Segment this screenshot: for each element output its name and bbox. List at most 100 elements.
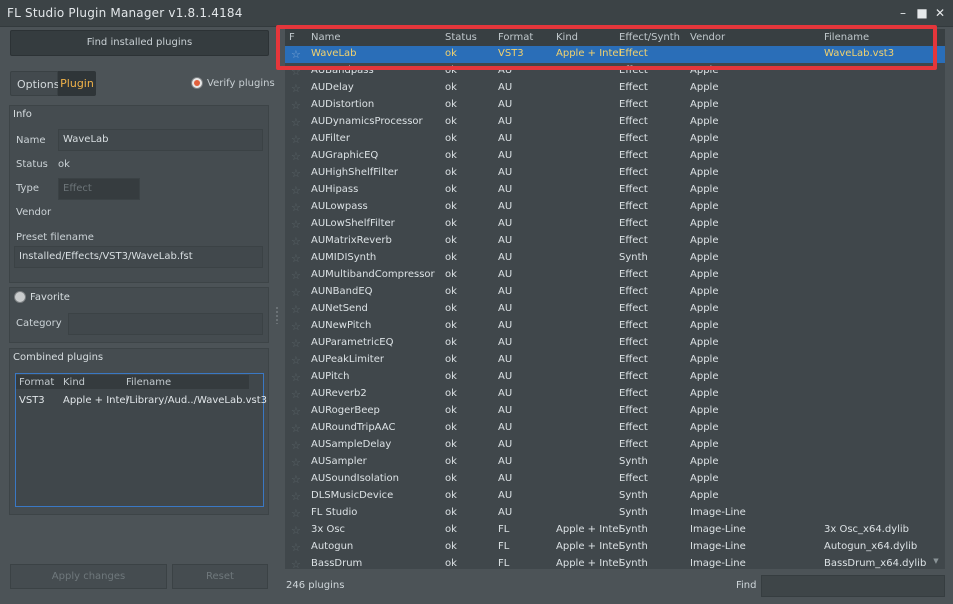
favorite-star-icon[interactable]: ☆ <box>291 235 301 248</box>
favorite-star-icon[interactable]: ☆ <box>291 405 301 418</box>
cell-name: FL Studio <box>311 507 358 518</box>
plugin-row[interactable]: ☆ AUDynamicsProcessor ok AU Effect Apple <box>285 114 945 131</box>
plugin-row[interactable]: ☆ AUHipass ok AU Effect Apple <box>285 182 945 199</box>
header-filename[interactable]: Filename <box>824 32 869 43</box>
tab-plugin[interactable]: Plugin <box>58 71 96 96</box>
minimize-icon[interactable]: – <box>895 5 911 21</box>
plugin-row[interactable]: ☆ AUHighShelfFilter ok AU Effect Apple <box>285 165 945 182</box>
favorite-star-icon[interactable]: ☆ <box>291 201 301 214</box>
favorite-star-icon[interactable]: ☆ <box>291 303 301 316</box>
plugin-row[interactable]: ☆ AUParametricEQ ok AU Effect Apple <box>285 335 945 352</box>
maximize-icon[interactable]: ■ <box>914 5 930 21</box>
tab-options[interactable]: Options <box>10 71 59 96</box>
favorite-star-icon[interactable]: ☆ <box>291 252 301 265</box>
header-status[interactable]: Status <box>445 32 477 43</box>
preset-filename-label: Preset filename <box>16 232 94 243</box>
favorite-star-icon[interactable]: ☆ <box>291 184 301 197</box>
favorite-star-icon[interactable]: ☆ <box>291 99 301 112</box>
combined-header-kind[interactable]: Kind <box>63 377 85 388</box>
plugin-row[interactable]: ☆ AUSampleDelay ok AU Effect Apple <box>285 437 945 454</box>
verify-radio-icon[interactable] <box>191 77 203 89</box>
plugin-row[interactable]: ☆ AUNBandEQ ok AU Effect Apple <box>285 284 945 301</box>
reset-button[interactable]: Reset <box>172 564 268 589</box>
plugin-row[interactable]: ☆ AULowShelfFilter ok AU Effect Apple <box>285 216 945 233</box>
plugin-row[interactable]: ☆ Autogun ok FL Apple + Intel Synth Image-Line… <box>285 539 945 556</box>
plugin-row[interactable]: ☆ AUPitch ok AU Effect Apple <box>285 369 945 386</box>
plugin-row[interactable]: ☆ AUDelay ok AU Effect Apple <box>285 80 945 97</box>
category-field[interactable] <box>68 313 263 335</box>
plugin-row[interactable]: ☆ AULowpass ok AU Effect Apple <box>285 199 945 216</box>
favorite-star-icon[interactable]: ☆ <box>291 82 301 95</box>
favorite-star-icon[interactable]: ☆ <box>291 133 301 146</box>
preset-filename-field[interactable]: Installed/Effects/VST3/WaveLab.fst <box>14 246 263 268</box>
favorite-star-icon[interactable]: ☆ <box>291 422 301 435</box>
plugin-row[interactable]: ☆ AUSoundIsolation ok AU Effect Apple <box>285 471 945 488</box>
header-vendor[interactable]: Vendor <box>690 32 725 43</box>
plugin-list[interactable]: F Name Status Format Kind Effect/Synth V… <box>285 29 945 569</box>
plugin-row[interactable]: ☆ AUSampler ok AU Synth Apple <box>285 454 945 471</box>
favorite-star-icon[interactable]: ☆ <box>291 354 301 367</box>
plugin-row[interactable]: ☆ AURoundTripAAC ok AU Effect Apple <box>285 420 945 437</box>
favorite-star-icon[interactable]: ☆ <box>291 218 301 231</box>
favorite-star-icon[interactable]: ☆ <box>291 269 301 282</box>
plugin-row[interactable]: ☆ AUPeakLimiter ok AU Effect Apple <box>285 352 945 369</box>
scroll-down-icon[interactable]: ▼ <box>931 557 941 567</box>
plugin-row[interactable]: ☆ AUNetSend ok AU Effect Apple <box>285 301 945 318</box>
type-field[interactable]: Effect <box>58 178 140 200</box>
close-icon[interactable]: ✕ <box>932 5 948 21</box>
favorite-star-icon[interactable]: ☆ <box>291 65 301 78</box>
favorite-star-icon[interactable]: ☆ <box>291 286 301 299</box>
plugin-row[interactable]: ☆ FL Studio ok AU Synth Image-Line <box>285 505 945 522</box>
favorite-star-icon[interactable]: ☆ <box>291 541 301 554</box>
favorite-radio-icon[interactable] <box>14 291 26 303</box>
plugin-row[interactable]: ☆ AUMatrixReverb ok AU Effect Apple <box>285 233 945 250</box>
combined-plugins-list[interactable]: Format Kind Filename VST3 Apple + Intel … <box>15 373 267 507</box>
header-format[interactable]: Format <box>498 32 533 43</box>
header-effect-synth[interactable]: Effect/Synth <box>619 32 680 43</box>
favorite-toggle[interactable]: Favorite <box>14 291 70 303</box>
favorite-star-icon[interactable]: ☆ <box>291 558 301 569</box>
plugin-row[interactable]: ☆ AUGraphicEQ ok AU Effect Apple <box>285 148 945 165</box>
cell-effect-synth: Effect <box>619 99 648 110</box>
favorite-star-icon[interactable]: ☆ <box>291 490 301 503</box>
favorite-star-icon[interactable]: ☆ <box>291 116 301 129</box>
favorite-star-icon[interactable]: ☆ <box>291 473 301 486</box>
plugin-row[interactable]: ☆ AUDistortion ok AU Effect Apple <box>285 97 945 114</box>
cell-effect-synth: Synth <box>619 252 648 263</box>
plugin-row[interactable]: ☆ AUFilter ok AU Effect Apple <box>285 131 945 148</box>
header-kind[interactable]: Kind <box>556 32 578 43</box>
combined-header-filename[interactable]: Filename <box>126 377 171 388</box>
verify-plugins-toggle[interactable]: Verify plugins <box>191 76 275 90</box>
plugin-row[interactable]: ☆ 3x Osc ok FL Apple + Intel Synth Image-Line 3… <box>285 522 945 539</box>
name-field[interactable]: WaveLab <box>58 129 263 151</box>
plugin-row[interactable]: ☆ AUBandpass ok AU Effect Apple <box>285 63 945 80</box>
plugin-row[interactable]: ☆ BassDrum ok FL Apple + Intel Synth Image-Lin… <box>285 556 945 569</box>
header-favorite[interactable]: F <box>289 32 295 43</box>
plugin-row[interactable]: ☆ AUNewPitch ok AU Effect Apple <box>285 318 945 335</box>
header-name[interactable]: Name <box>311 32 341 43</box>
apply-changes-button[interactable]: Apply changes <box>10 564 167 589</box>
favorite-star-icon[interactable]: ☆ <box>291 439 301 452</box>
favorite-star-icon[interactable]: ☆ <box>291 337 301 350</box>
favorite-star-icon[interactable]: ☆ <box>291 48 301 61</box>
panel-splitter-handle[interactable] <box>276 306 278 324</box>
favorite-star-icon[interactable]: ☆ <box>291 150 301 163</box>
find-input[interactable] <box>761 575 945 597</box>
favorite-star-icon[interactable]: ☆ <box>291 320 301 333</box>
favorite-star-icon[interactable]: ☆ <box>291 167 301 180</box>
plugin-row[interactable]: ☆ AURogerBeep ok AU Effect Apple <box>285 403 945 420</box>
plugin-row[interactable]: ☆ AUMultibandCompressor ok AU Effect Apple <box>285 267 945 284</box>
find-label: Find <box>736 580 757 591</box>
plugin-row[interactable]: ☆ WaveLab ok VST3 Apple + Intel Effect WaveLab… <box>285 46 945 63</box>
favorite-star-icon[interactable]: ☆ <box>291 456 301 469</box>
favorite-star-icon[interactable]: ☆ <box>291 388 301 401</box>
plugin-row[interactable]: ☆ AUMIDISynth ok AU Synth Apple <box>285 250 945 267</box>
combined-header-format[interactable]: Format <box>19 377 54 388</box>
plugin-row[interactable]: ☆ DLSMusicDevice ok AU Synth Apple <box>285 488 945 505</box>
favorite-star-icon[interactable]: ☆ <box>291 371 301 384</box>
favorite-star-icon[interactable]: ☆ <box>291 507 301 520</box>
find-installed-plugins-button[interactable]: Find installed plugins <box>10 30 269 56</box>
plugin-row[interactable]: ☆ AUReverb2 ok AU Effect Apple <box>285 386 945 403</box>
cell-status: ok <box>445 286 457 297</box>
favorite-star-icon[interactable]: ☆ <box>291 524 301 537</box>
